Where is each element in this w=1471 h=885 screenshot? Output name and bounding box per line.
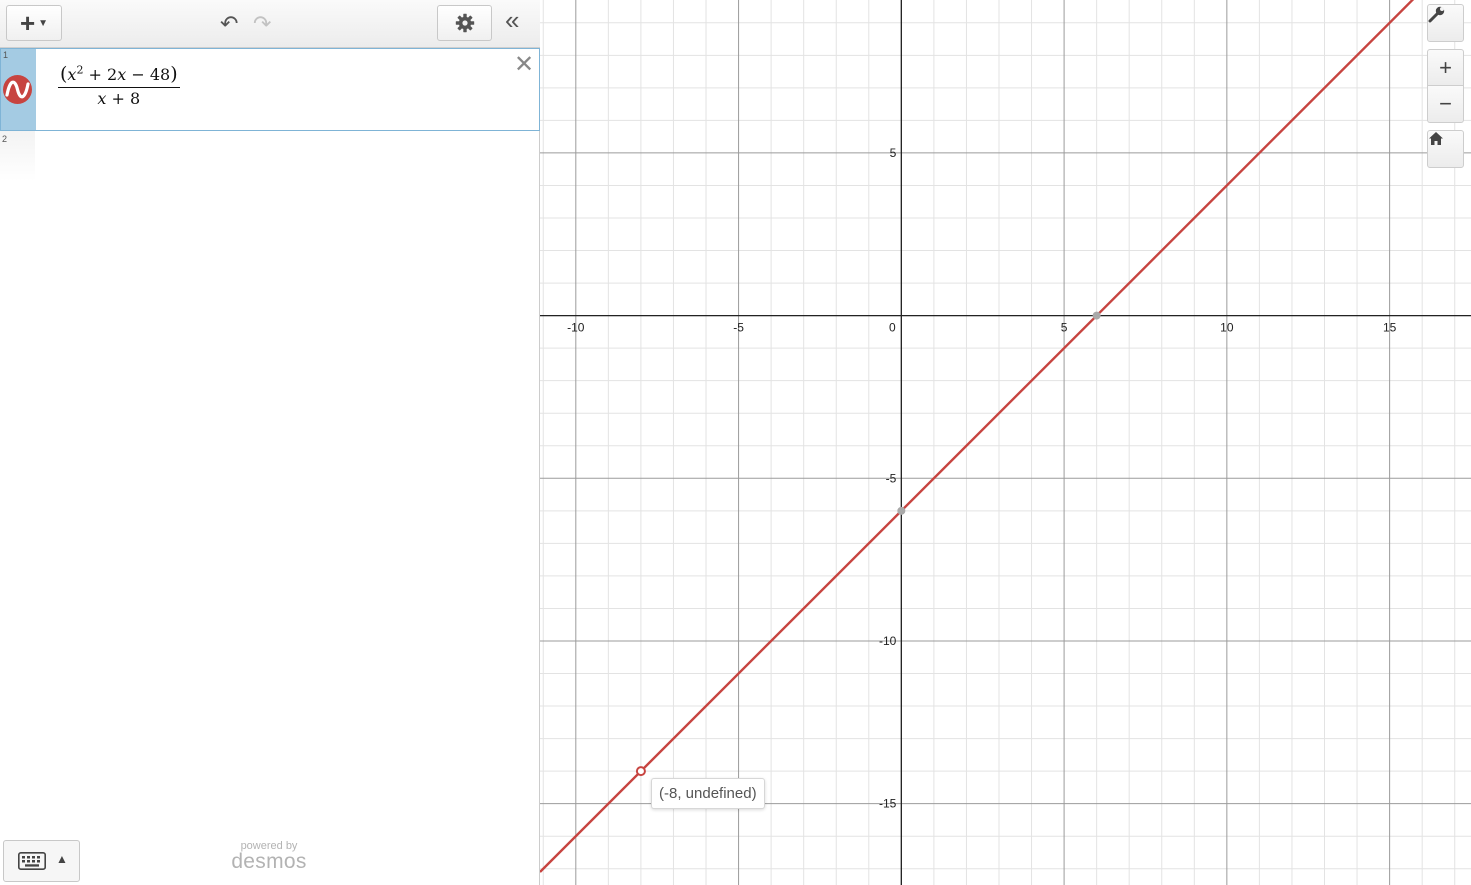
minor-gridlines xyxy=(540,0,1471,885)
keyboard-icon xyxy=(18,852,46,870)
point-tooltip: (-8, undefined) xyxy=(651,778,765,809)
wrench-icon xyxy=(1428,6,1445,23)
expression-index: 1 xyxy=(3,50,9,60)
undo-icon[interactable]: ↶ xyxy=(220,13,238,35)
y-intercept-point xyxy=(897,506,906,515)
new-expression-row[interactable]: 2 xyxy=(0,131,35,181)
settings-button[interactable] xyxy=(437,5,492,41)
powered-by-desmos[interactable]: powered by desmos xyxy=(229,840,309,874)
collapse-panel-icon[interactable]: « xyxy=(505,7,519,33)
chevron-down-icon: ▼ xyxy=(38,17,49,29)
caret-up-icon: ▲ xyxy=(56,852,68,866)
x-tick-label: -10 xyxy=(567,321,585,335)
plus-icon: + xyxy=(1439,54,1452,80)
axes xyxy=(540,0,1471,885)
function-curve xyxy=(540,0,1415,873)
major-gridlines xyxy=(540,0,1471,885)
x-tick-label: 10 xyxy=(1220,321,1234,335)
home-icon xyxy=(1429,132,1443,145)
graph-settings-button[interactable] xyxy=(1427,4,1464,42)
y-tick-label: 5 xyxy=(890,146,897,160)
x-tick-label: -5 xyxy=(733,321,744,335)
zoom-in-button[interactable]: + xyxy=(1427,49,1464,86)
hole-point xyxy=(635,766,646,777)
desmos-logo: desmos xyxy=(231,850,307,873)
root-point xyxy=(1092,311,1101,320)
x-tick-label: 15 xyxy=(1383,321,1397,335)
graph-paper[interactable]: -10 -5 0 5 10 15 5 -5 -10 -15 + − (-8, undefined) xyxy=(540,0,1471,885)
x-tick-label: 0 xyxy=(889,321,896,335)
expression-index: 2 xyxy=(2,134,8,144)
zoom-out-button[interactable]: − xyxy=(1427,86,1464,123)
wave-icon xyxy=(5,80,30,99)
curves xyxy=(540,0,1415,873)
expression-toolbar: + ▼ ↶ ↷ « xyxy=(0,0,540,48)
redo-icon[interactable]: ↷ xyxy=(253,13,271,35)
y-tick-label: -15 xyxy=(879,797,897,811)
fraction-numerator: (x2 + 2x − 48) xyxy=(58,63,180,88)
y-tick-label: -10 xyxy=(879,634,897,648)
expression-tab[interactable]: 1 xyxy=(1,49,36,130)
x-tick-label: 5 xyxy=(1061,321,1068,335)
keypad-toggle-button[interactable]: ▲ xyxy=(3,840,80,882)
default-viewport-button[interactable] xyxy=(1427,130,1464,168)
delete-expression-icon[interactable]: ✕ xyxy=(514,53,534,77)
add-item-button[interactable]: + ▼ xyxy=(6,5,62,41)
expression-item[interactable]: 1 (x2 + 2x − 48) x + 8 ✕ xyxy=(0,48,540,131)
math-input[interactable]: (x2 + 2x − 48) x + 8 xyxy=(58,63,180,108)
expression-panel: + ▼ ↶ ↷ « 1 (x2 + 2x − 48) x + 8 ✕ 2 ▲ p… xyxy=(0,0,540,885)
gear-icon xyxy=(455,13,474,33)
plus-icon: + xyxy=(19,8,36,38)
graph-canvas[interactable]: -10 -5 0 5 10 15 5 -5 -10 -15 xyxy=(540,0,1471,885)
fraction-denominator: x + 8 xyxy=(97,89,141,108)
graph-style-icon[interactable] xyxy=(3,75,32,104)
y-tick-label: -5 xyxy=(886,471,897,485)
minus-icon: − xyxy=(1439,91,1452,116)
